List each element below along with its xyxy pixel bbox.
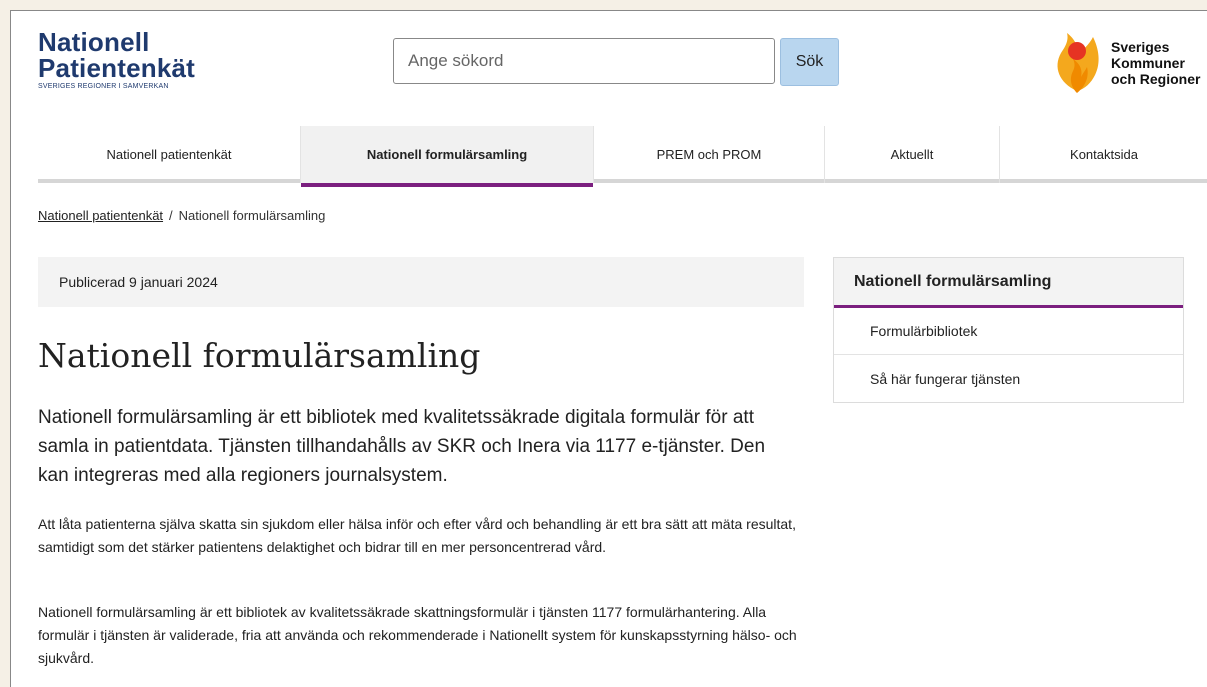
- breadcrumb: Nationell patientenkät / Nationell formulä…: [38, 208, 325, 223]
- nav-item-aktuellt[interactable]: Aktuellt: [825, 126, 1000, 183]
- published-date: Publicerad 9 januari 2024: [38, 257, 804, 307]
- search-button[interactable]: Sök: [780, 38, 839, 86]
- breadcrumb-separator: /: [169, 208, 173, 223]
- logo-subtitle: SVERIGES REGIONER I SAMVERKAN: [38, 83, 169, 90]
- skr-text: Sveriges Kommuner och Regioner: [1111, 39, 1200, 87]
- skr-logo[interactable]: Sveriges Kommuner och Regioner: [1049, 27, 1207, 97]
- logo-line-2: Patientenkät: [38, 53, 196, 83]
- sidebar-item-sa-har-fungerar-tjansten[interactable]: Så här fungerar tjänsten: [834, 355, 1183, 402]
- nav-item-nationell-patientenkat[interactable]: Nationell patientenkät: [38, 126, 301, 183]
- body-paragraph-1: Att låta patienterna själva skatta sin s…: [38, 516, 796, 555]
- search-input[interactable]: [393, 38, 775, 84]
- body-paragraph-2: Nationell formulärsamling är ett bibliot…: [38, 604, 797, 666]
- logo-line-1: Nationell: [38, 27, 150, 57]
- sidebar-title[interactable]: Nationell formulärsamling: [834, 258, 1183, 308]
- skr-line-2: Kommuner: [1111, 55, 1185, 71]
- sidebar-item-formularbibliotek[interactable]: Formulärbibliotek: [834, 308, 1183, 355]
- page-title: Nationell formulärsamling: [38, 336, 481, 375]
- breadcrumb-current: Nationell formulärsamling: [178, 208, 326, 223]
- main-nav: Nationell patientenkät Nationell formulä…: [38, 126, 1207, 187]
- nav-item-nationell-formularsamling[interactable]: Nationell formulärsamling: [301, 126, 594, 187]
- site-logo[interactable]: Nationell Patientenkät SVERIGES REGIONER…: [38, 29, 258, 90]
- lead-paragraph: Nationell formulärsamling är ett bibliot…: [38, 407, 766, 486]
- page-frame: Nationell Patientenkät SVERIGES REGIONER…: [10, 10, 1207, 687]
- skr-line-1: Sveriges: [1111, 39, 1170, 55]
- breadcrumb-home-link[interactable]: Nationell patientenkät: [38, 208, 163, 223]
- skr-line-3: och Regioner: [1111, 71, 1201, 87]
- skr-flame-icon: [1057, 33, 1099, 93]
- sidebar-menu: Nationell formulärsamling Formulärbiblio…: [833, 257, 1184, 403]
- nav-item-kontaktsida[interactable]: Kontaktsida: [1000, 126, 1207, 183]
- nav-item-prem-och-prom[interactable]: PREM och PROM: [594, 126, 825, 183]
